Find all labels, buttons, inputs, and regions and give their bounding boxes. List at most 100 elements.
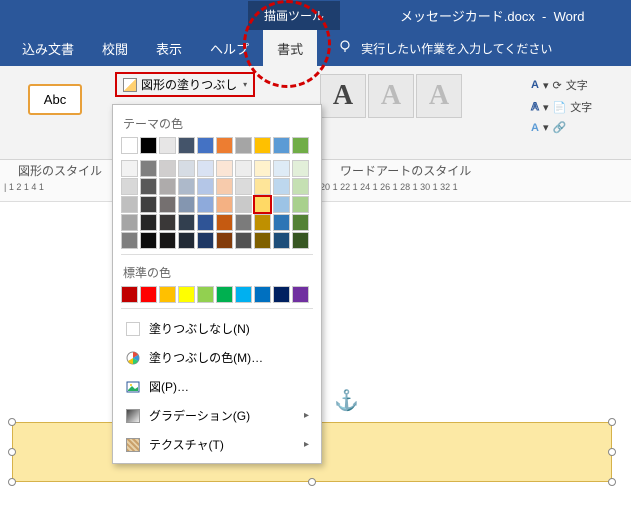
color-swatch[interactable] xyxy=(178,232,195,249)
wordart-preset-3[interactable]: A xyxy=(416,74,462,118)
color-swatch[interactable] xyxy=(159,196,176,213)
color-swatch[interactable] xyxy=(216,286,233,303)
chevron-right-icon: ▸ xyxy=(304,439,309,450)
color-swatch[interactable] xyxy=(235,232,252,249)
picture-fill-item[interactable]: 図(P)… xyxy=(121,372,313,401)
color-swatch[interactable] xyxy=(292,178,309,195)
color-swatch[interactable] xyxy=(216,137,233,154)
color-swatch[interactable] xyxy=(235,196,252,213)
color-swatch[interactable] xyxy=(140,196,157,213)
color-swatch[interactable] xyxy=(292,137,309,154)
color-swatch[interactable] xyxy=(121,286,138,303)
color-swatch[interactable] xyxy=(178,214,195,231)
color-swatch[interactable] xyxy=(273,137,290,154)
color-swatch[interactable] xyxy=(216,232,233,249)
color-swatch[interactable] xyxy=(292,214,309,231)
color-swatch[interactable] xyxy=(216,214,233,231)
more-fill-colors-item[interactable]: 塗りつぶしの色(M)… xyxy=(121,343,313,372)
color-swatch[interactable] xyxy=(140,232,157,249)
color-swatch[interactable] xyxy=(140,160,157,177)
color-swatch[interactable] xyxy=(235,286,252,303)
color-swatch[interactable] xyxy=(292,232,309,249)
color-swatch[interactable] xyxy=(178,286,195,303)
text-outline-button[interactable]: A ▾ 📄文字 xyxy=(525,96,625,118)
color-swatch[interactable] xyxy=(235,214,252,231)
color-swatch[interactable] xyxy=(216,196,233,213)
color-swatch[interactable] xyxy=(140,137,157,154)
no-fill-icon xyxy=(125,321,141,337)
color-swatch[interactable] xyxy=(197,286,214,303)
color-swatch[interactable] xyxy=(159,214,176,231)
resize-handle-br[interactable] xyxy=(608,478,616,486)
color-swatch[interactable] xyxy=(273,286,290,303)
tab-review[interactable]: 校閲 xyxy=(88,30,142,67)
color-swatch[interactable] xyxy=(254,137,271,154)
text-fill-button[interactable]: A ▾ ⟳文字 xyxy=(525,74,625,96)
color-swatch[interactable] xyxy=(159,178,176,195)
color-swatch[interactable] xyxy=(121,160,138,177)
tab-view[interactable]: 表示 xyxy=(142,30,196,67)
color-swatch[interactable] xyxy=(216,160,233,177)
color-swatch[interactable] xyxy=(216,178,233,195)
color-swatch[interactable] xyxy=(292,286,309,303)
color-swatch[interactable] xyxy=(197,160,214,177)
color-swatch[interactable] xyxy=(197,137,214,154)
tab-help[interactable]: ヘルプ xyxy=(196,30,263,67)
color-swatch[interactable] xyxy=(235,137,252,154)
tab-mailings[interactable]: 込み文書 xyxy=(8,30,88,67)
color-swatch[interactable] xyxy=(197,196,214,213)
color-swatch[interactable] xyxy=(273,214,290,231)
resize-handle-tr[interactable] xyxy=(608,418,616,426)
resize-handle-mr[interactable] xyxy=(608,448,616,456)
color-swatch[interactable] xyxy=(140,214,157,231)
color-swatch[interactable] xyxy=(121,196,138,213)
color-swatch[interactable] xyxy=(254,232,271,249)
color-swatch[interactable] xyxy=(292,196,309,213)
color-swatch[interactable] xyxy=(178,160,195,177)
tab-format[interactable]: 書式 xyxy=(263,30,317,67)
color-swatch[interactable] xyxy=(121,137,138,154)
resize-handle-bc[interactable] xyxy=(308,478,316,486)
shape-fill-button[interactable]: 図形の塗りつぶし ▾ xyxy=(115,72,255,97)
text-effects-button[interactable]: A ▾ 🔗 xyxy=(525,118,625,137)
color-swatch[interactable] xyxy=(254,214,271,231)
resize-handle-bl[interactable] xyxy=(8,478,16,486)
color-swatch[interactable] xyxy=(159,137,176,154)
color-swatch[interactable] xyxy=(121,232,138,249)
no-fill-item[interactable]: 塗りつぶしなし(N) xyxy=(121,314,313,343)
color-swatch[interactable] xyxy=(178,137,195,154)
color-swatch[interactable] xyxy=(254,286,271,303)
color-swatch[interactable] xyxy=(235,160,252,177)
gradient-fill-item[interactable]: グラデーション(G) ▸ xyxy=(121,401,313,430)
color-swatch[interactable] xyxy=(159,160,176,177)
color-swatch[interactable] xyxy=(178,178,195,195)
color-swatch[interactable] xyxy=(273,196,290,213)
tell-me-search[interactable]: 実行したい作業を入力してください xyxy=(337,39,552,58)
color-swatch[interactable] xyxy=(197,178,214,195)
texture-fill-item[interactable]: テクスチャ(T) ▸ xyxy=(121,430,313,459)
color-swatch[interactable] xyxy=(292,160,309,177)
color-swatch[interactable] xyxy=(121,178,138,195)
color-swatch[interactable] xyxy=(178,196,195,213)
color-swatch[interactable] xyxy=(197,232,214,249)
wordart-styles-gallery[interactable]: A A A xyxy=(320,74,462,118)
shape-style-preset[interactable]: Abc xyxy=(28,84,82,115)
resize-handle-ml[interactable] xyxy=(8,448,16,456)
title-bar: 描画ツール メッセージカード.docx - Word xyxy=(0,0,631,30)
color-swatch[interactable] xyxy=(235,178,252,195)
wordart-preset-1[interactable]: A xyxy=(320,74,366,118)
color-swatch[interactable] xyxy=(273,160,290,177)
resize-handle-tl[interactable] xyxy=(8,418,16,426)
color-swatch[interactable] xyxy=(273,178,290,195)
wordart-preset-2[interactable]: A xyxy=(368,74,414,118)
color-swatch[interactable] xyxy=(159,232,176,249)
color-swatch[interactable] xyxy=(121,214,138,231)
color-swatch[interactable] xyxy=(254,196,271,213)
color-swatch[interactable] xyxy=(140,286,157,303)
color-swatch[interactable] xyxy=(254,178,271,195)
color-swatch[interactable] xyxy=(159,286,176,303)
color-swatch[interactable] xyxy=(140,178,157,195)
color-swatch[interactable] xyxy=(273,232,290,249)
color-swatch[interactable] xyxy=(197,214,214,231)
color-swatch[interactable] xyxy=(254,160,271,177)
